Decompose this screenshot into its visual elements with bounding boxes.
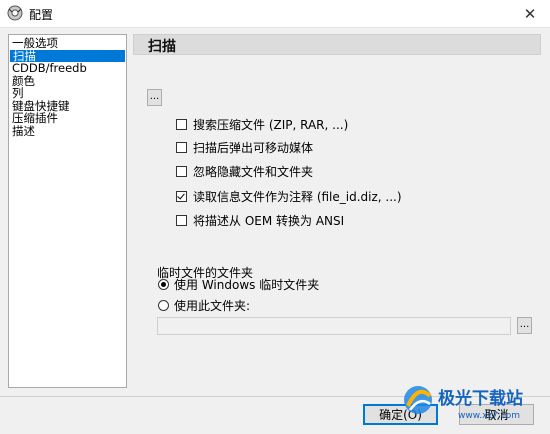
checkbox[interactable] [176,214,187,226]
cancel-button-label: 取消 [484,408,509,422]
section-title: 扫描 [148,39,176,55]
radio-label: 使用此文件夹: [174,298,251,313]
dialog-body: 一般选项 扫描 CDDB/freedb 颜色列键盘快捷键 压缩插件 描述 扫描 ... 搜… [0,27,550,434]
checkbox[interactable] [176,118,187,130]
ok-button-label: 确定(O) [379,408,422,422]
option-search-archives[interactable]: 搜索压缩文件 (ZIP, RAR, ...) [176,116,348,132]
section-header: 扫描 [133,34,541,55]
option-read-info-files[interactable]: 读取信息文件作为注释 (file_id.diz, ...) [176,188,402,204]
category-item[interactable]: 描述 [9,124,126,138]
category-list[interactable]: 一般选项 扫描 CDDB/freedb 颜色列键盘快捷键 压缩插件 描述 [8,34,127,388]
temp-folder-path-input[interactable] [157,317,511,335]
temp-folder-browse-button[interactable]: ... [517,317,532,334]
option-ignore-hidden[interactable]: 忽略隐藏文件和文件夹 [176,163,313,179]
radio-custom-folder[interactable]: 使用此文件夹: [158,297,250,313]
category-item[interactable]: 压缩插件 [9,112,126,125]
scan-browse-label: ... [149,91,160,102]
cancel-button[interactable]: 取消 [459,404,534,425]
ok-button[interactable]: 确定(O) [363,404,438,425]
option-label: 将描述从 OEM 转换为 ANSI [193,213,345,228]
category-item[interactable]: 列 [9,87,126,100]
checkbox[interactable] [176,141,187,153]
bottom-separator [0,396,550,397]
option-eject-media[interactable]: 扫描后弹出可移动媒体 [176,139,313,155]
option-label: 扫描后弹出可移动媒体 [193,140,314,155]
option-label: 忽略隐藏文件和文件夹 [193,164,314,179]
radio-label: 使用 Windows 临时文件夹 [174,277,320,292]
category-list-items: 一般选项 扫描 CDDB/freedb 颜色列键盘快捷键 压缩插件 描述 [9,35,126,137]
title-bar: 配置 ✕ [0,0,550,27]
option-label: 搜索压缩文件 (ZIP, RAR, ...) [193,117,349,132]
radio-button[interactable] [158,299,169,311]
app-icon [7,5,23,21]
category-item[interactable]: 颜色 [9,74,126,88]
close-icon: ✕ [523,4,537,23]
temp-browse-label: ... [519,319,530,330]
window-title: 配置 [29,8,54,22]
checkbox[interactable] [176,190,187,202]
radio-button[interactable] [158,278,169,290]
close-button[interactable]: ✕ [510,0,550,27]
category-item[interactable]: CDDB/freedb [9,62,126,75]
checkbox[interactable] [176,165,187,177]
option-oem-to-ansi[interactable]: 将描述从 OEM 转换为 ANSI [176,212,344,228]
option-label: 读取信息文件作为注释 (file_id.diz, ...) [193,189,402,204]
category-item[interactable]: 一般选项 [9,37,126,50]
radio-windows-temp[interactable]: 使用 Windows 临时文件夹 [158,276,319,292]
scan-browse-button[interactable]: ... [147,89,162,106]
